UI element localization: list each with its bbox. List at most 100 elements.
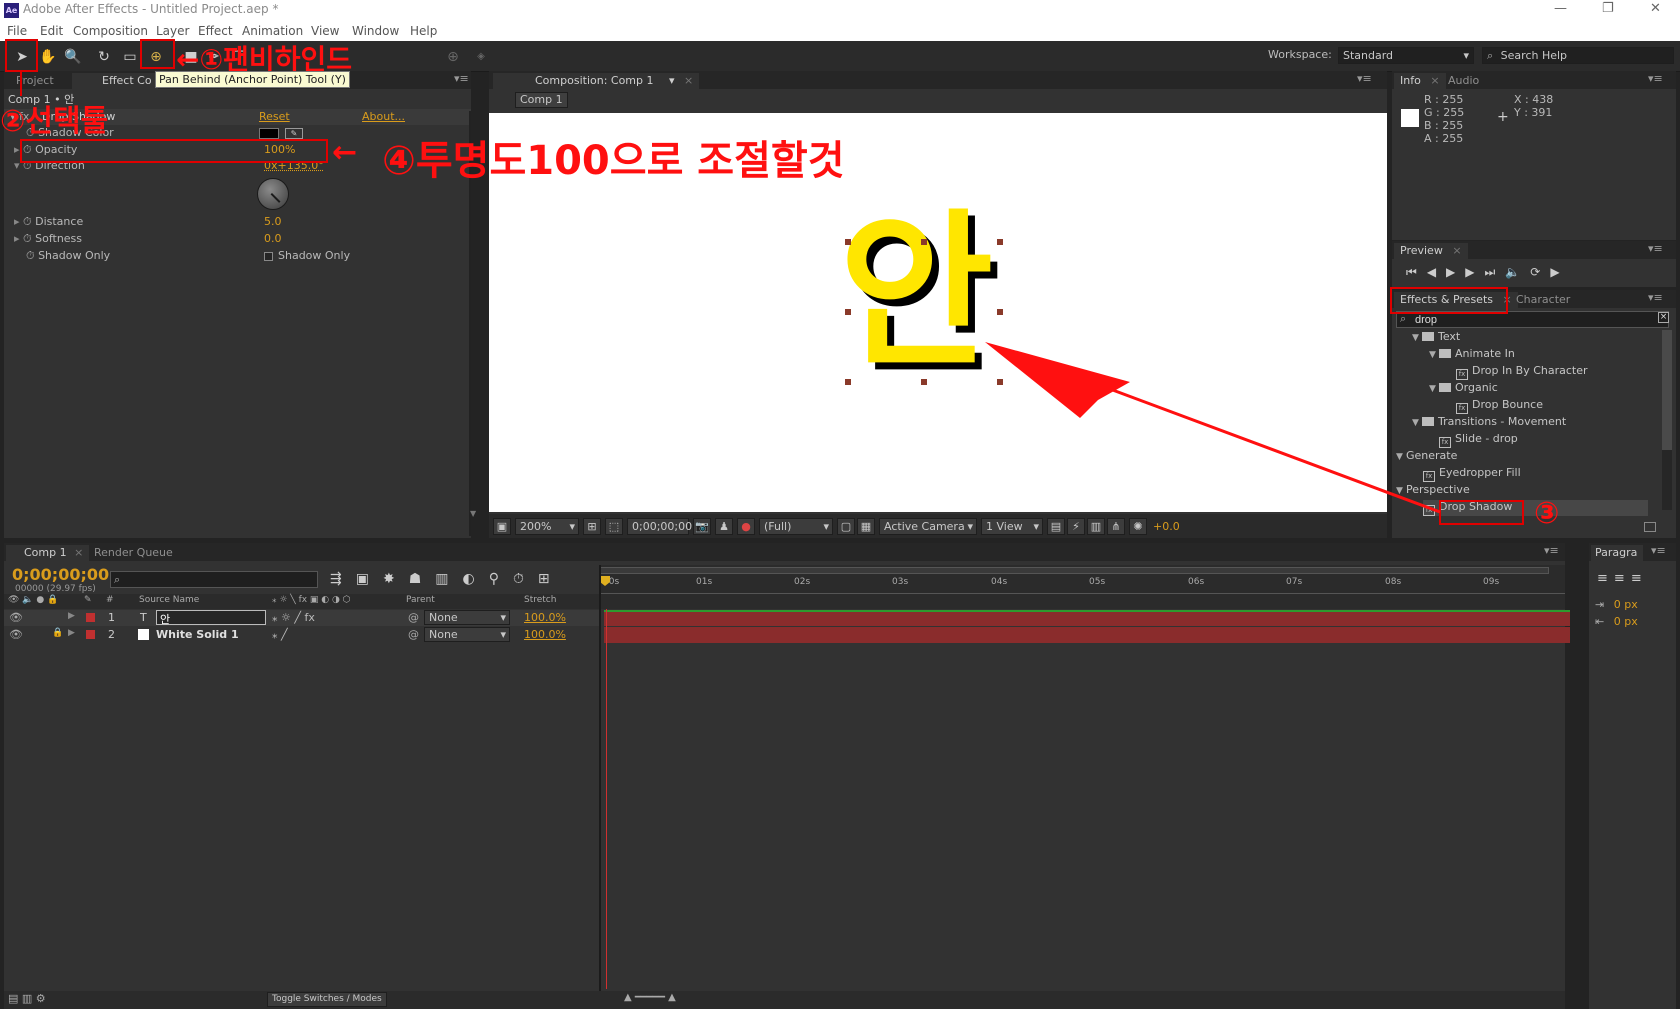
expand-icon[interactable]: ▶ [68,611,75,621]
panel-menu-icon[interactable]: ▾≡ [1357,72,1372,85]
layer-switches[interactable]: ⁎ ☼ ╱ fx [272,611,315,624]
transparency-grid-icon[interactable]: ▦ [857,518,875,535]
tab-project[interactable]: Project [10,73,60,89]
layer-switches[interactable]: ⁎ ╱ [272,628,288,641]
close-icon[interactable]: × [1430,74,1439,87]
audio-icon[interactable]: 🔈 [1505,265,1530,279]
shy-icon[interactable]: ☗ [409,571,436,587]
layer-row[interactable]: 👁 ▶ 1 T 안 ⁎ ☼ ╱ fx @ None ▾ 100.0% [4,610,599,626]
direction-dial[interactable] [257,178,289,210]
panel-menu-icon[interactable]: ▾≡ [1648,291,1663,304]
axis-icon[interactable]: ⊕ [442,46,464,68]
frame-blending-icon[interactable]: ▥ [435,571,462,587]
restore-icon[interactable]: ❐ [1602,1,1614,16]
search-help-field[interactable]: ⌕ Search Help [1482,47,1674,64]
eye-icon[interactable]: 👁 [9,628,23,641]
workspace-select[interactable]: Standard ▾ [1338,47,1474,64]
distance-value[interactable]: 5.0 [264,215,282,228]
layer-row[interactable]: 👁 🔒 ▶ 2 White Solid 1 ⁎ ╱ @ None ▾ 100.0% [4,627,599,643]
tab-composition[interactable]: Composition: Comp 1 ▾ × [493,73,700,89]
graph-editor-icon[interactable]: ⚲ [489,571,513,587]
live-update-icon[interactable]: ▣ [356,571,383,587]
panel-menu-icon[interactable]: ▾≡ [1651,544,1666,557]
zoom-slider[interactable]: ▲ ━━━━━ ▲ [624,992,676,1003]
comp-1-subtab[interactable]: Comp 1 [515,92,568,108]
timeline-timecode[interactable]: 0;00;00;00 [12,565,109,584]
align-left-icon[interactable]: ≡ [1597,571,1614,586]
align-center-icon[interactable]: ≡ [1614,571,1631,586]
mask-visibility-icon[interactable]: ⬚ [605,518,623,535]
softness-value[interactable]: 0.0 [264,232,282,245]
current-time-indicator[interactable] [606,609,607,989]
exposure-reset-icon[interactable]: ✺ [1129,518,1147,535]
current-time-field[interactable]: 0;00;00;00 [627,518,692,535]
layer-duration-bar[interactable] [604,627,1570,643]
tab-info[interactable]: Info × [1394,73,1446,89]
tree-item-transitions-movement[interactable]: ▼ Transitions - Movement [1412,415,1566,431]
stopwatch-icon[interactable]: ⏱ [26,249,38,262]
comp-mini-flowchart-icon[interactable]: ⇶ [330,571,356,587]
magnification-select[interactable]: 200% ▾ [515,518,579,535]
panel-menu-icon[interactable]: ▾≡ [454,72,469,85]
layer-name-field[interactable]: 안 [156,610,266,626]
layer-handle[interactable] [921,379,927,385]
stretch-value[interactable]: 100.0% [524,611,566,624]
view-layout-select[interactable]: 1 View ▾ [981,518,1043,535]
tab-preview[interactable]: Preview × [1394,243,1468,259]
menu-animation[interactable]: Animation [242,24,303,38]
hand-tool-icon[interactable]: ✋ [37,46,59,68]
layer-name[interactable]: White Solid 1 [156,628,239,641]
minimize-icon[interactable]: — [1554,1,1567,16]
label-color-swatch[interactable] [86,613,95,622]
parent-select[interactable]: None ▾ [424,610,510,625]
next-frame-icon[interactable]: ▶ [1465,265,1484,279]
time-ruler[interactable]: 00s 01s 02s 03s 04s 05s 06s 07s 08s 09s [599,565,1565,609]
tab-effect-controls[interactable]: Effect Co [72,73,158,89]
draft-3d-icon[interactable]: ✸ [383,571,409,587]
tab-paragraph[interactable]: Paragra [1591,545,1644,561]
channel-icon[interactable]: ● [737,518,755,535]
expand-icon[interactable]: ▶ [68,628,75,638]
menu-help[interactable]: Help [410,24,437,38]
tab-comp-1[interactable]: Comp 1 × [6,545,90,561]
close-icon[interactable]: ✕ [1650,1,1661,16]
motion-blur-icon[interactable]: ◐ [463,571,489,587]
footer-icons[interactable]: ▤ ▥ ⚙ [8,992,46,1005]
close-icon[interactable]: × [684,74,693,87]
layer-duration-bar[interactable] [604,610,1570,626]
collapse-icon[interactable]: ▼ [1396,452,1406,462]
flowchart-icon[interactable]: ⋔ [1107,518,1125,535]
pickwhip-icon[interactable]: @ [408,611,419,624]
tree-item-animate-in[interactable]: ▼ Animate In [1429,347,1515,363]
indent-left-value[interactable]: 0 px [1614,598,1638,611]
menu-layer[interactable]: Layer [156,24,189,38]
toggle-pixel-aspect-icon[interactable]: ▤ [1047,518,1065,535]
layer-handle[interactable] [845,309,851,315]
tree-item-drop-bounce[interactable]: fx Drop Bounce [1456,398,1543,414]
stopwatch-icon[interactable]: ⏱ [23,215,35,228]
menu-view[interactable]: View [311,24,339,38]
rotate-tool-icon[interactable]: ↻ [93,46,115,68]
layer-handle[interactable] [997,239,1003,245]
brainstorm-icon[interactable]: ⏱ [513,571,538,587]
layer-handle[interactable] [997,309,1003,315]
world-axis-icon[interactable]: ◈ [470,46,492,68]
tree-item-generate[interactable]: ▼ Generate [1396,449,1457,465]
tree-item-drop-in-by-character[interactable]: fx Drop In By Character [1456,364,1588,380]
fast-previews-icon[interactable]: ⚡ [1067,518,1085,535]
collapse-icon[interactable]: ▼ [1429,384,1439,394]
panel-menu-icon[interactable]: ▾≡ [1544,544,1559,557]
label-color-swatch[interactable] [86,630,95,639]
scroll-down-icon[interactable]: ▼ [470,509,476,518]
reset-link[interactable]: Reset [259,110,290,123]
stretch-value[interactable]: 100.0% [524,628,566,641]
about-link[interactable]: About... [362,110,405,123]
pane-divider[interactable] [599,565,601,997]
timeline-search-input[interactable]: ⌕ [110,571,318,588]
menu-effect[interactable]: Effect [198,24,233,38]
resolution-select[interactable]: (Full) ▾ [759,518,833,535]
lock-icon[interactable]: 🔒 [52,628,63,638]
pickwhip-icon[interactable]: @ [408,628,419,641]
menu-composition[interactable]: Composition [73,24,148,38]
stopwatch-icon[interactable]: ⏱ [23,232,35,245]
